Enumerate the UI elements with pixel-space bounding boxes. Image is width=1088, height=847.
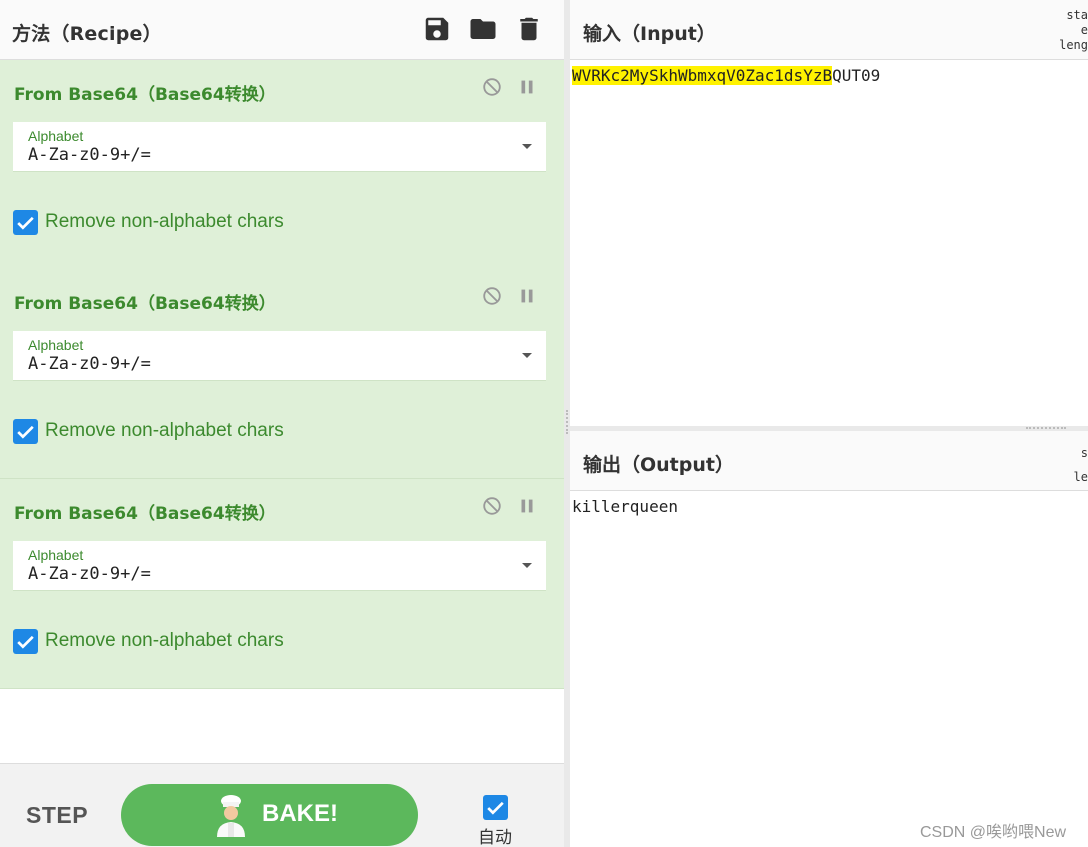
auto-bake-checkbox[interactable] (483, 795, 508, 820)
stat-line: le (1073, 470, 1088, 484)
input-stats: sta e leng (1059, 8, 1088, 53)
recipe-title: 方法（Recipe） (12, 23, 162, 45)
folder-icon[interactable] (468, 14, 498, 44)
step-button[interactable]: STEP (26, 802, 88, 829)
trash-icon[interactable] (514, 14, 544, 44)
disable-icon[interactable] (481, 76, 503, 98)
input-text-rest: QUT09 (832, 66, 881, 85)
chef-icon (217, 795, 245, 837)
disable-icon[interactable] (481, 285, 503, 307)
pause-icon[interactable] (516, 285, 538, 307)
alphabet-select[interactable]: Alphabet A-Za-z0-9+/= (13, 541, 546, 591)
stat-line: sta (1066, 8, 1088, 22)
input-title: 输入（Input） (583, 23, 716, 45)
output-stats: s le (1074, 441, 1088, 489)
grip-icon (1026, 427, 1066, 429)
alphabet-select[interactable]: Alphabet A-Za-z0-9+/= (13, 122, 546, 172)
pause-icon[interactable] (516, 495, 538, 517)
alphabet-label: Alphabet (28, 547, 84, 563)
operation-title: From Base64（Base64转换） (14, 85, 276, 105)
pause-icon[interactable] (516, 76, 538, 98)
output-header: 输出（Output） s le (570, 431, 1088, 491)
disable-icon[interactable] (481, 495, 503, 517)
operation-title: From Base64（Base64转换） (14, 504, 276, 524)
operation-from-base64[interactable]: From Base64（Base64转换） Alphabet A-Za-z0-9… (0, 269, 564, 479)
operation-from-base64[interactable]: From Base64（Base64转换） Alphabet A-Za-z0-9… (0, 479, 564, 689)
alphabet-label: Alphabet (28, 128, 84, 144)
stat-line: leng (1059, 38, 1088, 52)
grip-icon (566, 410, 568, 434)
input-pane: 输入（Input） sta e leng WVRKc2MySkhWbmxqV0Z… (570, 0, 1088, 428)
save-icon[interactable] (422, 14, 452, 44)
checkbox[interactable] (13, 629, 38, 654)
caret-down-icon[interactable] (522, 144, 532, 149)
output-pane: 输出（Output） s le killerqueen (570, 431, 1088, 847)
caret-down-icon[interactable] (522, 353, 532, 358)
checkbox[interactable] (13, 419, 38, 444)
recipe-pane: 方法（Recipe） From Base64（Base64转换） Alphabe… (0, 0, 564, 847)
output-title: 输出（Output） (583, 454, 734, 476)
auto-bake-label: 自动 (478, 828, 512, 847)
output-textarea[interactable]: killerqueen (572, 497, 678, 516)
checkbox-label: Remove non-alphabet chars (45, 211, 284, 232)
operation-title: From Base64（Base64转换） (14, 294, 276, 314)
bake-label: BAKE! (262, 800, 338, 827)
input-textarea[interactable]: WVRKc2MySkhWbmxqV0Zac1dsYzBQUT09 (572, 66, 880, 85)
watermark: CSDN @唉哟喂New (920, 824, 1067, 841)
stat-line: e (1080, 23, 1088, 37)
controls-bar: STEP BAKE! 自动 (0, 763, 564, 847)
checkbox-label: Remove non-alphabet chars (45, 420, 284, 441)
alphabet-value: A-Za-z0-9+/= (28, 354, 151, 374)
checkbox-label: Remove non-alphabet chars (45, 630, 284, 651)
alphabet-select[interactable]: Alphabet A-Za-z0-9+/= (13, 331, 546, 381)
stat-line: s (1080, 446, 1088, 460)
checkbox[interactable] (13, 210, 38, 235)
alphabet-value: A-Za-z0-9+/= (28, 145, 151, 165)
alphabet-value: A-Za-z0-9+/= (28, 564, 151, 584)
operation-from-base64[interactable]: From Base64（Base64转换） Alphabet A-Za-z0-9… (0, 60, 564, 270)
bake-button[interactable]: BAKE! (121, 784, 418, 846)
input-header: 输入（Input） sta e leng (570, 0, 1088, 60)
alphabet-label: Alphabet (28, 337, 84, 353)
caret-down-icon[interactable] (522, 563, 532, 568)
recipe-header: 方法（Recipe） (0, 0, 564, 60)
highlighted-text: WVRKc2MySkhWbmxqV0Zac1dsYzB (572, 66, 833, 85)
